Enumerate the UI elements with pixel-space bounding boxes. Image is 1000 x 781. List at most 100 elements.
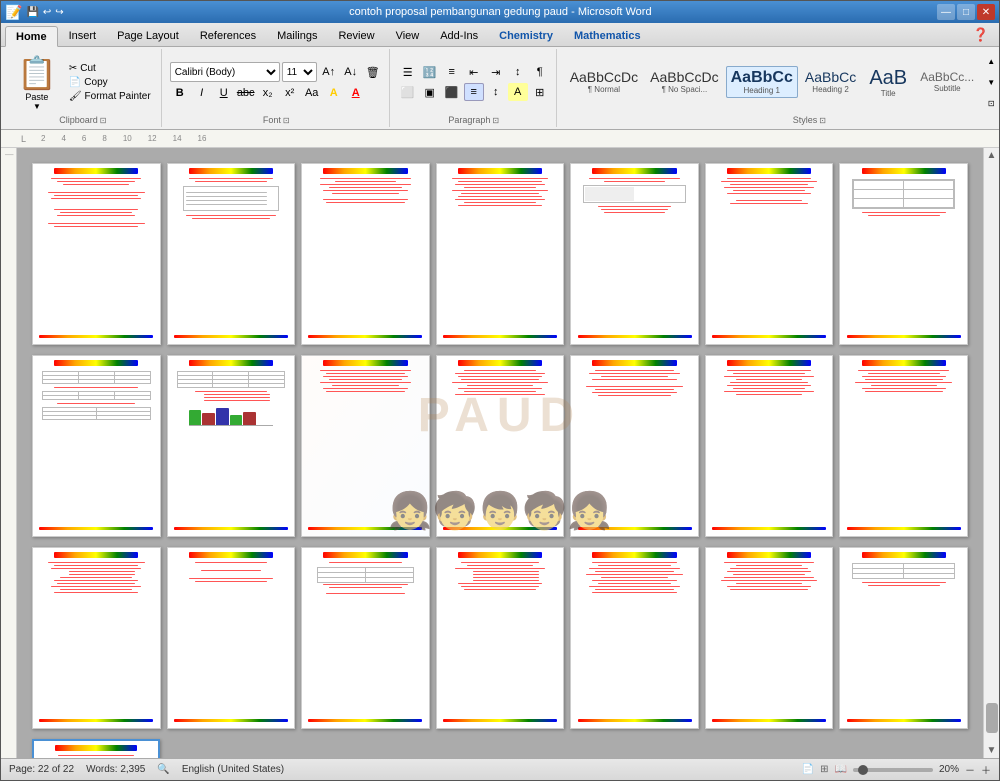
- align-center-button[interactable]: ▣: [420, 83, 440, 101]
- cut-icon: ✂: [69, 63, 77, 74]
- borders-button[interactable]: ⊞: [530, 83, 550, 101]
- style-no-spacing[interactable]: AaBbCcDc ¶ No Spaci...: [645, 67, 723, 97]
- quick-access-undo[interactable]: ↩: [43, 7, 51, 18]
- page-14[interactable]: [839, 355, 968, 537]
- tab-insert[interactable]: Insert: [59, 25, 107, 46]
- view-print-icon[interactable]: 📄: [802, 764, 814, 775]
- ribbon-help-icon[interactable]: ❓: [967, 24, 995, 46]
- style-normal[interactable]: AaBbCcDc ¶ Normal: [565, 67, 643, 97]
- increase-font-btn[interactable]: A↑: [319, 63, 339, 81]
- styles-label-text: Styles: [793, 115, 818, 125]
- pages-container[interactable]: PAUD 👧🧒👦🧒👧: [17, 148, 983, 758]
- quick-access-save[interactable]: 💾: [26, 7, 38, 18]
- tab-addins[interactable]: Add-Ins: [430, 25, 488, 46]
- tab-references[interactable]: References: [190, 25, 266, 46]
- numbering-button[interactable]: 🔢: [420, 63, 440, 81]
- page-5[interactable]: [570, 163, 699, 345]
- page-19[interactable]: [570, 547, 699, 729]
- paste-button[interactable]: 📋 Paste ▼: [11, 52, 63, 113]
- scroll-up-button[interactable]: ▲: [985, 148, 999, 163]
- paragraph-expand-icon[interactable]: ⊡: [492, 116, 499, 125]
- tab-mathematics[interactable]: Mathematics: [564, 25, 651, 46]
- page-15[interactable]: [32, 547, 161, 729]
- quick-access-redo[interactable]: ↪: [55, 7, 63, 18]
- font-color-button[interactable]: A: [346, 84, 366, 102]
- font-size-select[interactable]: 11: [282, 62, 317, 82]
- change-case-button[interactable]: Aa: [302, 84, 322, 102]
- font-expand-icon[interactable]: ⊡: [283, 116, 290, 125]
- zoom-slider[interactable]: [853, 768, 933, 772]
- page-12[interactable]: [570, 355, 699, 537]
- subscript-button[interactable]: x₂: [258, 84, 278, 102]
- font-group: Calibri (Body) 11 A↑ A↓ 🗑 B I: [164, 49, 390, 127]
- zoom-increase-btn[interactable]: ＋: [981, 762, 991, 777]
- align-right-button[interactable]: ⬛: [442, 83, 462, 101]
- page-4[interactable]: [436, 163, 565, 345]
- tab-page-layout[interactable]: Page Layout: [107, 25, 189, 46]
- bullets-button[interactable]: ☰: [398, 63, 418, 81]
- page-2[interactable]: [167, 163, 296, 345]
- strikethrough-button[interactable]: abc: [236, 84, 256, 102]
- font-name-select[interactable]: Calibri (Body): [170, 62, 280, 82]
- style-heading1[interactable]: AaBbCc Heading 1: [726, 66, 798, 99]
- page-16[interactable]: [167, 547, 296, 729]
- format-painter-button[interactable]: 🖌 Format Painter: [65, 90, 155, 103]
- style-subtitle[interactable]: AaBbCc... Subtitle: [915, 68, 979, 96]
- increase-indent-button[interactable]: ⇥: [486, 63, 506, 81]
- styles-scroll-down[interactable]: ▼: [981, 73, 1000, 91]
- styles-more[interactable]: ⊡: [981, 94, 1000, 112]
- clipboard-expand-icon[interactable]: ⊡: [100, 116, 107, 125]
- minimize-button[interactable]: —: [937, 4, 955, 20]
- decrease-indent-button[interactable]: ⇤: [464, 63, 484, 81]
- scroll-down-button[interactable]: ▼: [985, 743, 999, 758]
- page-7[interactable]: [839, 163, 968, 345]
- superscript-button[interactable]: x²: [280, 84, 300, 102]
- page-6[interactable]: [705, 163, 834, 345]
- page-21[interactable]: [839, 547, 968, 729]
- page-9[interactable]: [167, 355, 296, 537]
- align-left-button[interactable]: ⬜: [398, 83, 418, 101]
- tab-view[interactable]: View: [386, 25, 430, 46]
- scroll-thumb[interactable]: [986, 703, 998, 733]
- show-hide-button[interactable]: ¶: [530, 63, 550, 81]
- page-17[interactable]: [301, 547, 430, 729]
- page-13[interactable]: [705, 355, 834, 537]
- page-18[interactable]: [436, 547, 565, 729]
- clear-format-btn[interactable]: 🗑: [363, 63, 383, 81]
- page-11[interactable]: [436, 355, 565, 537]
- close-button[interactable]: ✕: [977, 4, 995, 20]
- decrease-font-btn[interactable]: A↓: [341, 63, 361, 81]
- tab-home[interactable]: Home: [5, 26, 58, 47]
- italic-button[interactable]: I: [192, 84, 212, 102]
- underline-button[interactable]: U: [214, 84, 234, 102]
- page-20[interactable]: [705, 547, 834, 729]
- cut-button[interactable]: ✂ Cut: [65, 62, 155, 75]
- style-title[interactable]: AaB Title: [863, 64, 913, 101]
- paste-dropdown-icon[interactable]: ▼: [33, 102, 41, 111]
- style-heading2[interactable]: AaBbCc Heading 2: [800, 67, 861, 97]
- view-reading-icon[interactable]: 📖: [835, 764, 847, 775]
- page-10[interactable]: [301, 355, 430, 537]
- view-fullscreen-icon[interactable]: ⊞: [820, 764, 828, 775]
- tab-review[interactable]: Review: [328, 25, 384, 46]
- page-1[interactable]: [32, 163, 161, 345]
- zoom-decrease-btn[interactable]: －: [965, 762, 975, 777]
- copy-button[interactable]: 📄 Copy: [65, 76, 155, 89]
- line-spacing-button[interactable]: ↕: [486, 83, 506, 101]
- page-3[interactable]: [301, 163, 430, 345]
- page-8[interactable]: [32, 355, 161, 537]
- styles-scroll-up[interactable]: ▲: [981, 52, 1000, 70]
- vertical-scrollbar[interactable]: ▲ ▼: [983, 148, 999, 758]
- justify-button[interactable]: ≡: [464, 83, 484, 101]
- page-22[interactable]: [32, 739, 160, 758]
- tab-mailings[interactable]: Mailings: [267, 25, 327, 46]
- style-subtitle-preview: AaBbCc...: [920, 71, 974, 84]
- styles-expand-icon[interactable]: ⊡: [819, 116, 826, 125]
- multilevel-button[interactable]: ≡: [442, 63, 462, 81]
- tab-chemistry[interactable]: Chemistry: [489, 25, 563, 46]
- bold-button[interactable]: B: [170, 84, 190, 102]
- highlight-button[interactable]: A: [324, 84, 344, 102]
- sort-button[interactable]: ↕: [508, 63, 528, 81]
- maximize-button[interactable]: □: [957, 4, 975, 20]
- shading-button[interactable]: A: [508, 83, 528, 101]
